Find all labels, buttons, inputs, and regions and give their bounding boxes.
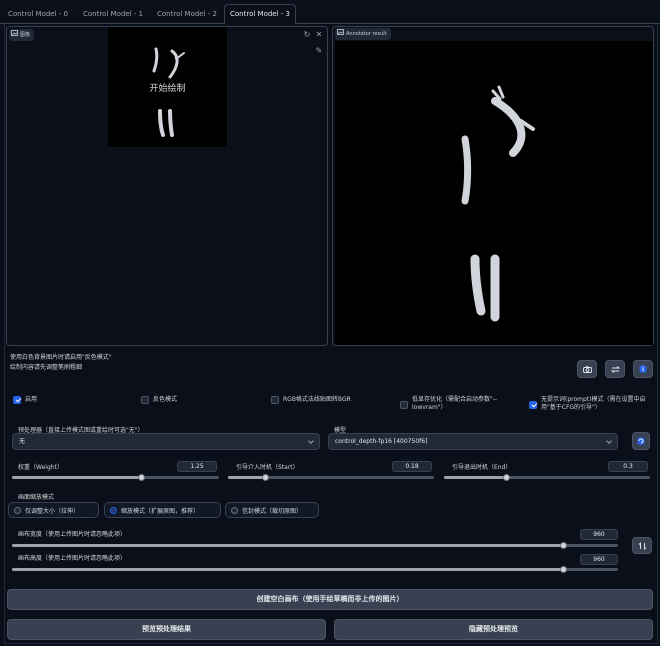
model-select[interactable]: control_depth-fp16 [400750f6] — [328, 433, 618, 450]
resize-option-envelope[interactable]: 信封模式（裁切原图） — [225, 502, 319, 518]
invert-label: 反色模式 — [153, 396, 178, 403]
preprocessor-value: 无 — [19, 438, 26, 445]
annotator-label: Annotator result — [335, 28, 391, 40]
weight-slider-fill — [12, 476, 141, 479]
chevron-down-icon — [606, 438, 612, 444]
canvas-width-input[interactable]: 960 — [580, 529, 618, 540]
canvas-height-label: 画布高度（使用上传图片时请忽略此项） — [18, 555, 127, 562]
tab-control-model-2[interactable]: Control Model - 2 — [150, 5, 224, 23]
image-label-text: 图像 — [20, 32, 31, 38]
preprocessor-select[interactable]: 无 — [12, 433, 320, 450]
resize-option-stretch-dot — [14, 506, 21, 514]
enable-label: 启用 — [25, 396, 38, 403]
canvas-hint: 开始绘制 — [149, 84, 186, 94]
start-slider[interactable] — [228, 474, 434, 481]
tab-control-model-1[interactable]: Control Model - 1 — [76, 5, 150, 23]
lowvram-checkbox[interactable] — [400, 401, 408, 409]
tab-bar: Control Model - 0 Control Model - 1 Cont… — [0, 0, 660, 24]
rgb-bgr-checkbox[interactable] — [271, 396, 279, 404]
sketch-canvas[interactable]: 开始绘制 — [108, 27, 227, 147]
undo-icon[interactable]: ↻ — [302, 30, 312, 40]
end-slider-thumb[interactable] — [503, 474, 510, 481]
swap-size-button[interactable] — [632, 537, 652, 554]
canvas-height-slider-thumb[interactable] — [560, 566, 567, 573]
camera-button[interactable] — [577, 360, 597, 378]
preview-button[interactable]: 预览预处理结果 — [7, 619, 326, 640]
close-icon[interactable]: ✕ — [314, 30, 324, 40]
weight-slider-thumb[interactable] — [138, 474, 145, 481]
hide-preview-button[interactable]: 隐藏预处理预览 — [334, 619, 653, 640]
refresh-models-button[interactable] — [632, 432, 650, 450]
tab-control-model-3[interactable]: Control Model - 3 — [224, 4, 296, 24]
canvas-height-slider-fill — [12, 568, 563, 571]
canvas-height-slider[interactable] — [12, 566, 618, 573]
end-slider[interactable] — [444, 474, 650, 481]
brush-icon[interactable]: ✎ — [314, 46, 324, 56]
image-input-box: 图像 ↻ ✕ ✎ 开始绘制 — [6, 26, 328, 346]
annotator-label-text: Annotator result — [346, 31, 387, 37]
canvas-width-slider[interactable] — [12, 542, 618, 549]
model-value: control_depth-fp16 [400750f6] — [335, 438, 428, 445]
image-icon — [337, 28, 344, 40]
canvas-height-input[interactable]: 960 — [580, 554, 618, 565]
start-input[interactable]: 0.18 — [392, 461, 432, 472]
resize-option-envelope-dot — [231, 506, 238, 514]
resize-option-scale-label: 缩放模式（扩展原图，推荐） — [121, 507, 200, 515]
swap-icon — [610, 365, 620, 373]
camera-icon — [582, 365, 592, 373]
swap-size-icon — [638, 541, 646, 550]
swap-button[interactable] — [605, 360, 625, 378]
start-slider-fill — [228, 476, 265, 479]
resize-option-stretch-label: 仅调整大小（拉伸） — [25, 507, 80, 515]
create-canvas-button[interactable]: 创建空白画布（使用手绘草稿而非上传的图片） — [7, 589, 653, 610]
run-icon — [637, 437, 645, 445]
canvas-width-label: 画布宽度（使用上传图片时请忽略此项） — [18, 531, 127, 538]
end-label: 引导退出时机（End） — [452, 464, 512, 471]
invert-checkbox[interactable] — [141, 396, 149, 404]
resize-option-stretch[interactable]: 仅调整大小（拉伸） — [8, 502, 99, 518]
start-label: 引导介入时机（Start） — [236, 464, 299, 471]
info-button[interactable] — [633, 360, 653, 378]
canvas-width-slider-thumb[interactable] — [560, 542, 567, 549]
weight-slider[interactable] — [12, 474, 219, 481]
annotator-image — [335, 41, 653, 345]
resize-mode-label: 画面缩放模式 — [18, 494, 55, 501]
weight-input[interactable]: 1.25 — [177, 461, 217, 472]
canvas-width-slider-fill — [12, 544, 563, 547]
annotator-depth-map — [461, 85, 535, 322]
image-icon — [11, 29, 18, 41]
tab-control-model-0[interactable]: Control Model - 0 — [2, 5, 74, 23]
enable-checkbox[interactable] — [13, 396, 21, 404]
start-slider-thumb[interactable] — [262, 474, 269, 481]
end-slider-fill — [444, 476, 506, 479]
end-input[interactable]: 0.3 — [608, 461, 648, 472]
info-icon — [639, 365, 647, 373]
image-label: 图像 — [9, 29, 35, 41]
weight-label: 权重（Weight） — [18, 464, 63, 471]
resize-option-scale[interactable]: 缩放模式（扩展原图，推荐） — [104, 502, 221, 518]
note-brush: 绘制内容请先调整笔刷粗细 — [10, 364, 83, 371]
note-invert: 使用白色背景图片时请启用"反色模式" — [10, 354, 112, 361]
lowvram-label: 低显存优化（需配合启动参数"--lowvram"） — [412, 396, 498, 411]
resize-option-envelope-label: 信封模式（裁切原图） — [242, 507, 303, 515]
guess-mode-checkbox[interactable] — [529, 401, 537, 409]
resize-option-scale-dot — [110, 506, 117, 514]
guess-mode-label: 无提示词(prompt)模式（需在设置中启用"基于CFG的引导"） — [541, 396, 646, 411]
rgb-bgr-label: RGB格式法线贴图转BGR — [283, 396, 351, 403]
chevron-down-icon — [308, 438, 314, 444]
annotator-result-box: Annotator result — [332, 26, 654, 346]
